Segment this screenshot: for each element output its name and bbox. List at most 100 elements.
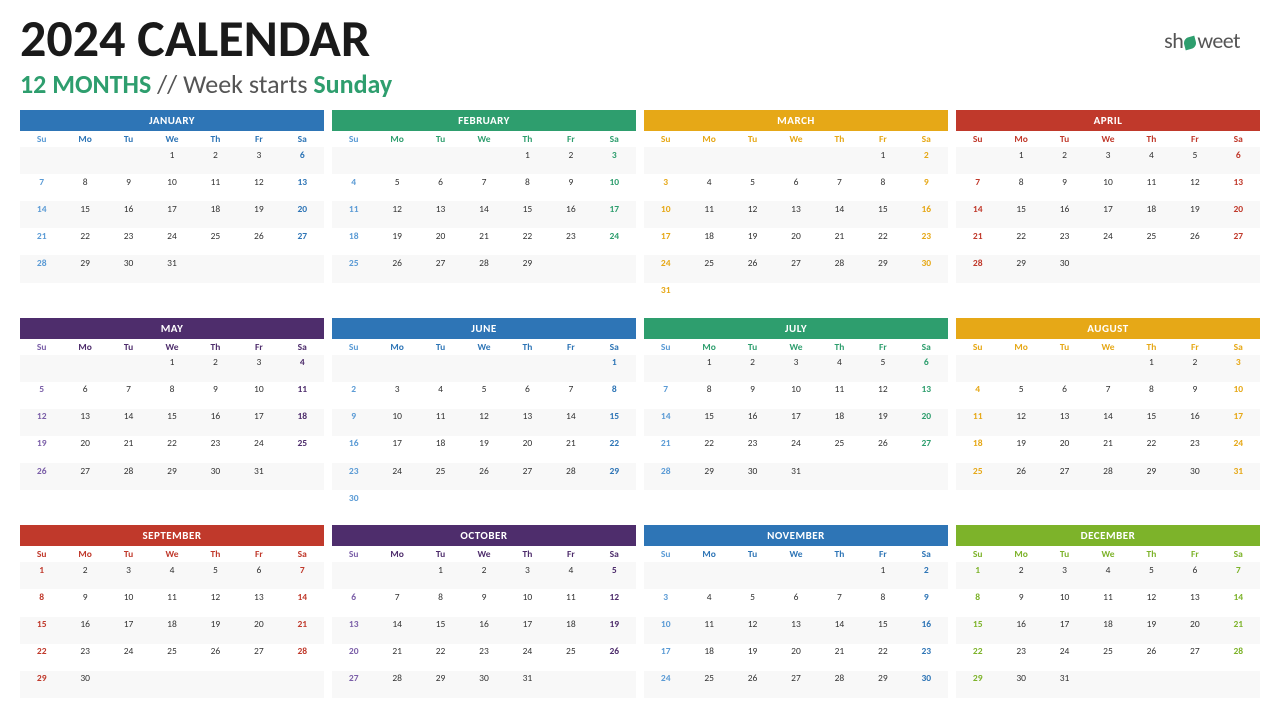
month-header: JULY bbox=[644, 318, 948, 339]
day-cell: 24 bbox=[644, 255, 687, 282]
day-cell bbox=[1043, 490, 1086, 517]
day-cell: 17 bbox=[1217, 409, 1260, 436]
day-cell: 27 bbox=[281, 228, 324, 255]
day-label-sa: Sa bbox=[1217, 131, 1260, 147]
day-cell bbox=[549, 283, 592, 310]
day-cell: 28 bbox=[107, 463, 150, 490]
day-cell: 1 bbox=[861, 147, 904, 174]
day-label-mo: Mo bbox=[375, 339, 418, 355]
day-cell: 8 bbox=[20, 589, 63, 616]
day-cell bbox=[1217, 671, 1260, 698]
day-cell: 15 bbox=[419, 617, 462, 644]
day-cell: 4 bbox=[419, 382, 462, 409]
day-cell: 27 bbox=[332, 671, 375, 698]
days-grid: 1234567891011121314151617181920212223242… bbox=[644, 562, 948, 725]
day-cell: 27 bbox=[1043, 463, 1086, 490]
day-cell: 24 bbox=[107, 644, 150, 671]
day-cell: 2 bbox=[332, 382, 375, 409]
day-cell: 12 bbox=[731, 201, 774, 228]
day-cell: 19 bbox=[1130, 617, 1173, 644]
days-grid: 1236789101112131415161718192021222324252… bbox=[20, 147, 324, 310]
day-cell: 1 bbox=[20, 562, 63, 589]
day-cell bbox=[1173, 671, 1216, 698]
day-cell: 6 bbox=[1043, 382, 1086, 409]
day-cell: 21 bbox=[644, 436, 687, 463]
day-cell: 13 bbox=[774, 201, 817, 228]
day-label-su: Su bbox=[644, 546, 687, 562]
day-label-th: Th bbox=[194, 339, 237, 355]
day-label-tu: Tu bbox=[107, 546, 150, 562]
day-cell: 20 bbox=[1217, 201, 1260, 228]
day-cell bbox=[237, 255, 280, 282]
day-cell: 23 bbox=[63, 644, 106, 671]
day-headers: SuMoTuWeThFrSa bbox=[332, 339, 636, 355]
day-label-tu: Tu bbox=[107, 339, 150, 355]
day-cell: 27 bbox=[774, 255, 817, 282]
day-label-mo: Mo bbox=[375, 131, 418, 147]
day-cell: 5 bbox=[1173, 147, 1216, 174]
day-cell bbox=[1217, 490, 1260, 517]
day-cell bbox=[1130, 283, 1173, 310]
day-cell bbox=[549, 355, 592, 382]
day-cell: 17 bbox=[593, 201, 636, 228]
day-cell: 27 bbox=[1217, 228, 1260, 255]
day-cell: 7 bbox=[1217, 562, 1260, 589]
day-cell bbox=[462, 698, 505, 725]
day-label-su: Su bbox=[956, 131, 999, 147]
day-label-su: Su bbox=[956, 546, 999, 562]
day-cell: 27 bbox=[506, 463, 549, 490]
month-header: MAY bbox=[20, 318, 324, 339]
day-label-sa: Sa bbox=[905, 131, 948, 147]
day-cell: 23 bbox=[332, 463, 375, 490]
day-cell: 13 bbox=[237, 589, 280, 616]
subtitle-months: 12 MONTHS bbox=[20, 68, 151, 100]
month-june: JUNESuMoTuWeThFrSa 123456789101112131415… bbox=[332, 318, 636, 518]
day-cell: 15 bbox=[506, 201, 549, 228]
day-cell: 14 bbox=[107, 409, 150, 436]
day-label-fr: Fr bbox=[1173, 131, 1216, 147]
day-cell: 27 bbox=[905, 436, 948, 463]
day-label-we: We bbox=[462, 339, 505, 355]
day-cell bbox=[1217, 255, 1260, 282]
day-cell: 22 bbox=[593, 436, 636, 463]
day-cell: 2 bbox=[905, 147, 948, 174]
month-july: JULYSuMoTuWeThFrSa 123456789101112131415… bbox=[644, 318, 948, 518]
day-label-we: We bbox=[774, 339, 817, 355]
day-cell bbox=[150, 698, 193, 725]
day-cell: 14 bbox=[818, 617, 861, 644]
day-cell: 17 bbox=[774, 409, 817, 436]
day-cell bbox=[818, 147, 861, 174]
day-label-su: Su bbox=[332, 339, 375, 355]
day-cell bbox=[107, 355, 150, 382]
days-grid: 1234567891011121314151617181920212223242… bbox=[332, 562, 636, 725]
day-cell: 15 bbox=[956, 617, 999, 644]
day-cell: 31 bbox=[1043, 671, 1086, 698]
day-cell: 1 bbox=[150, 147, 193, 174]
day-cell bbox=[644, 147, 687, 174]
day-cell: 1 bbox=[1130, 355, 1173, 382]
day-cell bbox=[506, 490, 549, 517]
day-cell: 10 bbox=[237, 382, 280, 409]
month-september: SEPTEMBERSuMoTuWeThFrSa12345678910111213… bbox=[20, 525, 324, 725]
day-cell bbox=[549, 255, 592, 282]
day-cell: 22 bbox=[506, 228, 549, 255]
day-cell: 8 bbox=[419, 589, 462, 616]
day-cell bbox=[999, 283, 1042, 310]
day-cell bbox=[20, 698, 63, 725]
day-cell: 15 bbox=[150, 409, 193, 436]
day-cell bbox=[1086, 671, 1129, 698]
month-header: DECEMBER bbox=[956, 525, 1260, 546]
day-cell: 3 bbox=[237, 355, 280, 382]
day-label-we: We bbox=[150, 339, 193, 355]
day-cell: 28 bbox=[818, 671, 861, 698]
day-cell: 18 bbox=[687, 228, 730, 255]
day-cell: 22 bbox=[1130, 436, 1173, 463]
day-cell: 12 bbox=[731, 617, 774, 644]
day-cell bbox=[731, 490, 774, 517]
day-cell: 23 bbox=[999, 644, 1042, 671]
day-cell: 25 bbox=[1086, 644, 1129, 671]
day-cell: 6 bbox=[1173, 562, 1216, 589]
day-label-su: Su bbox=[20, 131, 63, 147]
day-cell bbox=[687, 283, 730, 310]
day-cell: 5 bbox=[1130, 562, 1173, 589]
